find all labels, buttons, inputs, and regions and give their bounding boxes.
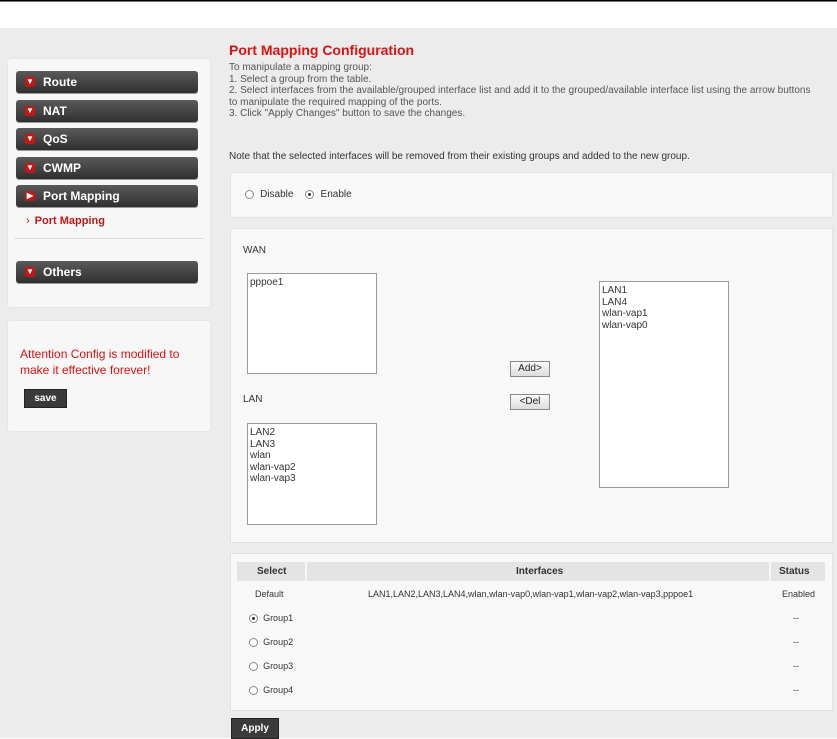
sidebar-item-port-mapping[interactable]: ▶ Port Mapping <box>16 185 198 207</box>
group1-status: -- <box>793 613 799 623</box>
chevron-right-icon: › <box>26 215 30 227</box>
submenu-port-mapping[interactable]: › Port Mapping <box>26 215 105 227</box>
sidebar-item-label: CWMP <box>43 161 81 175</box>
sidebar-divider <box>14 238 204 239</box>
default-status-cell: Enabled <box>782 589 816 599</box>
group3-status: -- <box>793 661 799 671</box>
group2-status: -- <box>793 637 799 647</box>
add-button[interactable]: Add> <box>510 361 550 377</box>
group-label: Group2 <box>263 637 294 648</box>
sidebar-item-label: Route <box>43 75 77 89</box>
enable-label: Enable <box>320 188 352 200</box>
chevron-down-icon: ▼ <box>25 134 35 144</box>
instruction-line: to manipulate the required mapping of th… <box>229 96 442 108</box>
chevron-down-icon: ▼ <box>25 163 35 173</box>
table-row: Group1 <box>249 612 293 624</box>
table-row: Group4 <box>249 684 293 696</box>
group3-radio[interactable] <box>249 661 258 671</box>
wan-interface-list[interactable]: pppoe1 <box>247 273 377 374</box>
list-item[interactable]: wlan-vap0 <box>602 320 726 332</box>
chevron-down-icon: ▼ <box>25 77 35 87</box>
header-interfaces: Interfaces <box>516 566 564 577</box>
chevron-down-icon: ▼ <box>25 267 35 277</box>
lan-interface-list[interactable]: LAN2 LAN3 wlan wlan-vap2 wlan-vap3 <box>247 423 377 525</box>
mode-options: Disable Enable <box>245 188 352 200</box>
list-item[interactable]: pppoe1 <box>250 277 374 289</box>
sidebar-item-cwmp[interactable]: ▼ CWMP <box>16 157 198 179</box>
sidebar-item-nat[interactable]: ▼ NAT <box>16 100 198 122</box>
note-text: Note that the selected interfaces will b… <box>229 151 690 162</box>
instruction-line: 3. Click "Apply Changes" button to save … <box>229 108 466 119</box>
sidebar-item-others[interactable]: ▼ Others <box>16 261 198 283</box>
instruction-line: 1. Select a group from the table. <box>229 73 372 85</box>
sidebar-item-label: QoS <box>43 132 68 146</box>
group4-radio[interactable] <box>249 685 258 695</box>
sidebar-item-route[interactable]: ▼ Route <box>16 71 198 93</box>
group-label: Group4 <box>263 685 294 696</box>
chevron-down-icon: ▼ <box>25 106 35 116</box>
header-select: Select <box>257 566 287 577</box>
list-item[interactable]: wlan-vap1 <box>602 308 726 320</box>
group2-radio[interactable] <box>249 637 258 647</box>
list-item[interactable]: LAN2 <box>250 427 374 439</box>
list-item[interactable]: wlan-vap3 <box>250 473 374 485</box>
header-status: Status <box>779 566 810 577</box>
group4-status: -- <box>793 685 799 695</box>
lan-label: LAN <box>243 394 263 405</box>
disable-radio[interactable] <box>245 189 254 199</box>
default-select-cell: Default <box>255 589 284 599</box>
submenu-label: Port Mapping <box>34 215 105 227</box>
instructions: To manipulate a mapping group: 1. Select… <box>229 62 810 120</box>
sidebar-item-label: Port Mapping <box>43 189 120 203</box>
list-item[interactable]: wlan <box>250 450 374 462</box>
group-label: Group1 <box>263 613 294 624</box>
list-item[interactable]: wlan-vap2 <box>250 462 374 474</box>
disable-label: Disable <box>260 188 294 200</box>
group-label: Group3 <box>263 661 294 672</box>
sidebar-item-label: Others <box>43 265 82 279</box>
top-border-shadow <box>0 1 837 2</box>
enable-radio[interactable] <box>305 189 315 199</box>
instruction-line: To manipulate a mapping group: <box>229 62 372 73</box>
page-title: Port Mapping Configuration <box>229 42 415 58</box>
list-item[interactable]: LAN1 <box>602 285 726 297</box>
delete-button[interactable]: <Del <box>510 394 550 410</box>
attention-message: Attention Config is modified to make it … <box>20 347 180 377</box>
grouped-interface-list[interactable]: LAN1 LAN4 wlan-vap1 wlan-vap0 <box>599 281 729 488</box>
wan-label: WAN <box>243 245 266 256</box>
list-item[interactable]: LAN3 <box>250 439 374 451</box>
chevron-right-icon: ▶ <box>25 191 35 201</box>
sidebar-item-label: NAT <box>43 104 67 118</box>
default-interfaces-cell: LAN1,LAN2,LAN3,LAN4,wlan,wlan-vap0,wlan-… <box>368 589 694 599</box>
group1-radio[interactable] <box>249 613 258 623</box>
instruction-line: 2. Select interfaces from the available/… <box>229 85 811 96</box>
save-button[interactable]: save <box>24 389 67 408</box>
table-row: Group3 <box>249 660 293 672</box>
list-item[interactable]: LAN4 <box>602 297 726 309</box>
sidebar-item-qos[interactable]: ▼ QoS <box>16 128 198 150</box>
apply-button[interactable]: Apply <box>231 718 279 739</box>
table-row: Group2 <box>249 636 293 648</box>
